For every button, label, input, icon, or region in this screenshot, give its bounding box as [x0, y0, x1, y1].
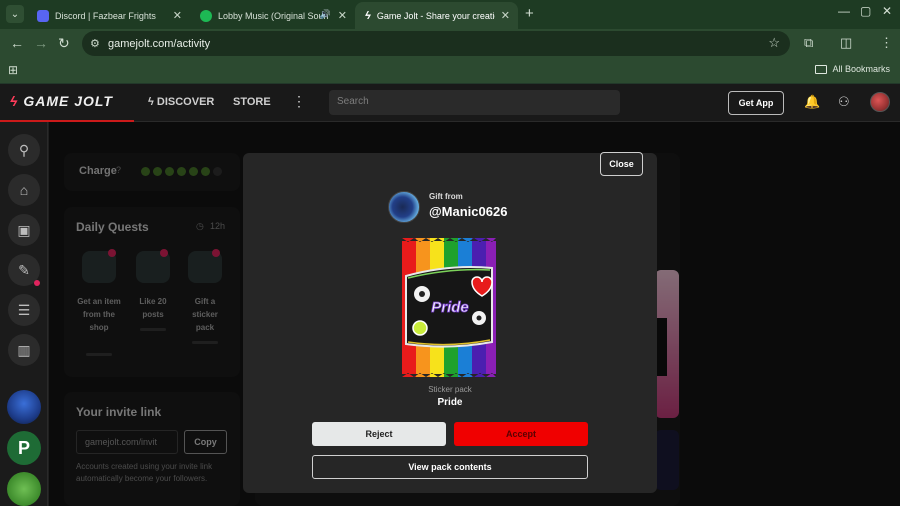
close-button[interactable]: Close — [600, 152, 643, 176]
close-tab-icon[interactable]: ✕ — [338, 9, 347, 22]
close-window-icon[interactable]: ✕ — [882, 4, 892, 18]
pack-type-label: Sticker pack — [428, 385, 472, 394]
notifications-icon[interactable]: 🔔 — [804, 94, 820, 110]
gifter-avatar[interactable] — [388, 191, 420, 223]
bolt-icon: ϟ — [10, 93, 19, 109]
folder-icon — [815, 64, 828, 74]
minimize-icon[interactable]: — — [838, 4, 850, 18]
more-menu-icon[interactable]: ⋮ — [292, 93, 306, 110]
sticker-face — [412, 320, 428, 336]
gamejolt-icon: ϟ — [365, 9, 371, 22]
audio-playing-icon[interactable]: 🔊 — [320, 9, 331, 20]
left-sidebar: ⚲ ⌂ ▣ ✎ ☰ ▥ P — [0, 122, 48, 506]
extensions-icon[interactable]: ⧉ — [804, 35, 813, 51]
gamejolt-logo[interactable]: ϟ GAME JOLT — [10, 93, 113, 109]
browser-menu-icon[interactable]: ⋮ — [880, 35, 893, 51]
gifter-username[interactable]: @Manic0626 — [429, 204, 507, 219]
search-input[interactable]: Search — [329, 90, 620, 115]
nav-store[interactable]: STORE — [233, 96, 271, 108]
browser-tab-strip: ⌄ Discord | Fazbear Frights ✕ Lobby Musi… — [0, 0, 900, 29]
close-tab-icon[interactable]: ✕ — [173, 9, 182, 22]
discord-icon — [37, 9, 49, 22]
bookmark-star-icon[interactable]: ☆ — [768, 35, 780, 51]
pack-logo-text: Pride — [431, 299, 469, 316]
user-avatar[interactable] — [870, 92, 890, 112]
reject-button[interactable]: Reject — [312, 422, 446, 446]
notification-dot — [34, 280, 40, 286]
address-bar[interactable]: ⚙ gamejolt.com/activity ☆ — [82, 31, 790, 56]
spotify-icon — [200, 9, 212, 22]
bookmarks-bar: ⊞ All Bookmarks — [0, 58, 900, 84]
tab-spotify[interactable]: Lobby Music (Original Soun 🔊 ✕ — [190, 2, 355, 29]
discover-icon: ϟ — [148, 96, 157, 108]
nav-discover[interactable]: ϟ DISCOVER — [148, 96, 214, 108]
all-bookmarks-button[interactable]: All Bookmarks — [815, 64, 890, 74]
close-tab-icon[interactable]: ✕ — [501, 9, 510, 22]
site-info-icon[interactable]: ⚙ — [90, 37, 100, 50]
tab-discord[interactable]: Discord | Fazbear Frights ✕ — [27, 2, 190, 29]
forward-icon[interactable]: → — [34, 35, 48, 51]
accept-button[interactable]: Accept — [454, 422, 588, 446]
sidebar-community-avatar[interactable] — [7, 472, 41, 506]
side-panel-icon[interactable]: ◫ — [840, 35, 852, 51]
browser-toolbar: ← → ↻ ⚙ gamejolt.com/activity ☆ ⧉ ◫ ⋮ — [0, 29, 900, 58]
sidebar-chat-icon[interactable]: ☰ — [8, 294, 40, 326]
apps-icon[interactable]: ⊞ — [8, 63, 18, 77]
back-icon[interactable]: ← — [10, 35, 24, 51]
pack-name: Pride — [437, 397, 463, 408]
sidebar-community-avatar[interactable] — [7, 390, 41, 424]
restore-icon[interactable]: ▢ — [860, 4, 871, 18]
sidebar-backpack-icon[interactable]: ▣ — [8, 214, 40, 246]
sidebar-community-avatar[interactable]: P — [7, 431, 41, 465]
tab-gamejolt[interactable]: ϟ Game Jolt - Share your creation ✕ — [355, 2, 518, 29]
sidebar-library-icon[interactable]: ▥ — [8, 334, 40, 366]
reload-icon[interactable]: ↻ — [58, 35, 70, 52]
gift-from-label: Gift from — [429, 192, 463, 201]
friends-icon[interactable]: ⚇ — [838, 94, 850, 110]
new-tab-button[interactable]: + — [525, 5, 534, 22]
sidebar-home-icon[interactable]: ⚲ — [8, 134, 40, 166]
get-app-button[interactable]: Get App — [728, 91, 784, 115]
tab-search-button[interactable]: ⌄ — [6, 5, 24, 23]
sticker-pack-image[interactable]: Pride — [402, 238, 496, 377]
sidebar-store-icon[interactable]: ⌂ — [8, 174, 40, 206]
view-pack-contents-button[interactable]: View pack contents — [312, 455, 588, 479]
site-header: ϟ GAME JOLT ϟ DISCOVER STORE ⋮ Search Ge… — [0, 84, 900, 122]
